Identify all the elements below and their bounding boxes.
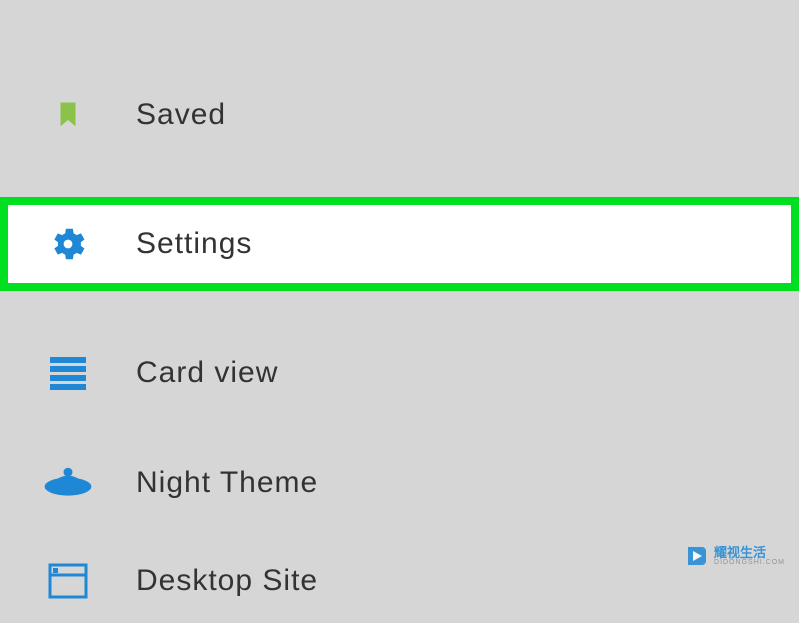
bookmark-icon (38, 92, 98, 138)
menu-item-label: Saved (136, 98, 226, 132)
window-icon (38, 563, 98, 599)
menu-item-label: Settings (136, 227, 252, 261)
menu-item-inbox[interactable]: Inbox (0, 0, 799, 20)
list-icon (38, 353, 98, 393)
menu-item-nighttheme[interactable]: Night Theme (0, 428, 799, 538)
menu-item-cardview[interactable]: Card view (0, 318, 799, 428)
menu-item-settings[interactable]: Settings (0, 197, 799, 291)
gear-icon (38, 223, 98, 265)
ufo-icon (38, 463, 98, 503)
watermark-sub: DIDONGSHI.COM (714, 559, 785, 566)
play-logo-icon (684, 544, 708, 568)
envelope-icon (38, 6, 98, 20)
navigation-menu: Inbox Saved Settings (0, 0, 799, 623)
menu-item-desktop[interactable]: Desktop Site (0, 538, 799, 623)
menu-item-label: Night Theme (136, 466, 318, 500)
watermark: 耀视生活 DIDONGSHI.COM (684, 544, 785, 568)
menu-item-label: Card view (136, 356, 278, 390)
menu-item-saved[interactable]: Saved (0, 60, 799, 170)
menu-item-label: Desktop Site (136, 564, 318, 598)
watermark-text: 耀视生活 (714, 546, 785, 559)
